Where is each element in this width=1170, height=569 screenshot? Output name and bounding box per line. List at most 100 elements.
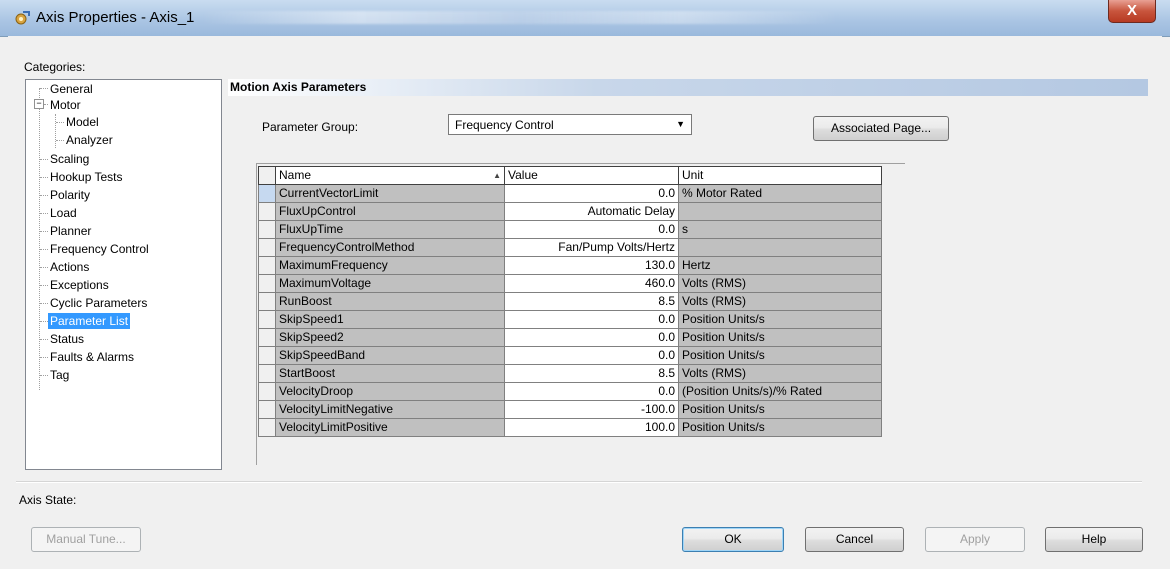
name-cell: VelocityLimitPositive bbox=[275, 418, 505, 437]
categories-label: Categories: bbox=[24, 60, 86, 74]
value-cell[interactable]: 0.0 bbox=[504, 328, 679, 347]
tree-item-tag[interactable]: Tag bbox=[50, 367, 69, 383]
tree-branch bbox=[40, 357, 48, 358]
tree-item-scaling[interactable]: Scaling bbox=[50, 151, 89, 167]
background-tabs-blur bbox=[200, 11, 840, 24]
row-selector[interactable] bbox=[258, 418, 276, 437]
tree-item-faults-alarms[interactable]: Faults & Alarms bbox=[50, 349, 134, 365]
row-selector[interactable] bbox=[258, 364, 276, 383]
row-selector[interactable] bbox=[258, 400, 276, 419]
row-selector[interactable] bbox=[258, 346, 276, 365]
table-row[interactable]: FrequencyControlMethod Fan/Pump Volts/Her… bbox=[258, 238, 882, 257]
table-row[interactable]: CurrentVectorLimit 0.0% Motor Rated bbox=[258, 184, 882, 203]
value-cell[interactable]: 460.0 bbox=[504, 274, 679, 293]
tree-item-exceptions[interactable]: Exceptions bbox=[50, 277, 109, 293]
table-row[interactable]: VelocityLimitNegative -100.0 Position Unit… bbox=[258, 400, 882, 419]
row-selector[interactable] bbox=[258, 256, 276, 275]
sort-ascending-icon: ▲ bbox=[493, 171, 501, 180]
ok-button[interactable]: OK bbox=[682, 527, 784, 552]
row-selector[interactable] bbox=[258, 238, 276, 257]
tree-branch bbox=[56, 122, 64, 123]
tree-item-cyclic-parameters[interactable]: Cyclic Parameters bbox=[50, 295, 147, 311]
tree-item-load[interactable]: Load bbox=[50, 205, 77, 221]
value-cell[interactable]: 0.0 bbox=[504, 346, 679, 365]
tree-branch bbox=[56, 140, 64, 141]
help-button[interactable]: Help bbox=[1045, 527, 1143, 552]
parameter-grid: Name ▲ Value Unit CurrentVectorLimit 0.0% … bbox=[258, 166, 882, 437]
row-selector[interactable] bbox=[258, 202, 276, 221]
table-row[interactable]: VelocityDroop 0.0 (Position Units/s)/% Rat… bbox=[258, 382, 882, 401]
tree-branch bbox=[40, 375, 48, 376]
column-header-value[interactable]: Value bbox=[504, 166, 679, 185]
row-selector[interactable] bbox=[258, 274, 276, 293]
manual-tune-button[interactable]: Manual Tune... bbox=[31, 527, 141, 552]
parameter-group-label: Parameter Group: bbox=[262, 120, 359, 134]
name-cell: SkipSpeed2 bbox=[275, 328, 505, 347]
value-cell[interactable]: 0.0 bbox=[504, 184, 679, 203]
table-row[interactable]: MaximumVoltage 460.0 Volts (RMS) bbox=[258, 274, 882, 293]
table-row[interactable]: SkipSpeed1 0.0 Position Units/s bbox=[258, 310, 882, 329]
value-cell[interactable]: 0.0 bbox=[504, 382, 679, 401]
table-row[interactable]: SkipSpeedBand 0.0 Position Units/s bbox=[258, 346, 882, 365]
unit-cell: Hertz bbox=[678, 256, 882, 275]
tree-item-status[interactable]: Status bbox=[50, 331, 84, 347]
unit-cell: Volts (RMS) bbox=[678, 292, 882, 311]
tree-branch bbox=[40, 159, 48, 160]
tree-item-hookup-tests[interactable]: Hookup Tests bbox=[50, 169, 123, 185]
value-cell[interactable]: 8.5 bbox=[504, 292, 679, 311]
row-selector[interactable] bbox=[258, 184, 276, 203]
row-selector[interactable] bbox=[258, 328, 276, 347]
row-selector[interactable] bbox=[258, 220, 276, 239]
row-selector[interactable] bbox=[258, 382, 276, 401]
table-row[interactable]: FluxUpTime 0.0 s bbox=[258, 220, 882, 239]
section-title: Motion Axis Parameters bbox=[228, 79, 1148, 96]
parameter-group-select[interactable]: Frequency Control ▼ bbox=[448, 114, 692, 135]
unit-cell: Position Units/s bbox=[678, 346, 882, 365]
value-cell[interactable]: 0.0 bbox=[504, 220, 679, 239]
value-cell[interactable]: -100.0 bbox=[504, 400, 679, 419]
column-header-name[interactable]: Name ▲ bbox=[275, 166, 505, 185]
tree-branch bbox=[40, 249, 48, 250]
tree-item-actions[interactable]: Actions bbox=[50, 259, 89, 275]
column-header-unit[interactable]: Unit bbox=[678, 166, 882, 185]
close-button[interactable]: X bbox=[1108, 0, 1156, 23]
tree-item-frequency-control[interactable]: Frequency Control bbox=[50, 241, 149, 257]
tree-branch bbox=[44, 104, 48, 105]
value-cell[interactable]: Automatic Delay bbox=[504, 202, 679, 221]
collapse-icon[interactable]: − bbox=[34, 99, 44, 109]
name-cell: MaximumVoltage bbox=[275, 274, 505, 293]
table-row[interactable]: StartBoost 8.5 Volts (RMS) bbox=[258, 364, 882, 383]
tree-item-motor[interactable]: Motor bbox=[50, 97, 81, 113]
parameter-group-value: Frequency Control bbox=[455, 118, 554, 132]
value-cell[interactable]: 8.5 bbox=[504, 364, 679, 383]
tree-branch bbox=[40, 285, 48, 286]
value-cell[interactable]: 100.0 bbox=[504, 418, 679, 437]
tree-item-model[interactable]: Model bbox=[66, 114, 99, 130]
table-row[interactable]: RunBoost 8.5 Volts (RMS) bbox=[258, 292, 882, 311]
apply-button[interactable]: Apply bbox=[925, 527, 1025, 552]
row-selector[interactable] bbox=[258, 292, 276, 311]
cancel-button[interactable]: Cancel bbox=[805, 527, 904, 552]
value-cell[interactable]: Fan/Pump Volts/Hertz bbox=[504, 238, 679, 257]
tree-item-parameter-list[interactable]: Parameter List bbox=[48, 313, 131, 329]
row-selector[interactable] bbox=[258, 310, 276, 329]
unit-cell: (Position Units/s)/% Rated bbox=[678, 382, 882, 401]
unit-cell: Position Units/s bbox=[678, 328, 882, 347]
tree-branch bbox=[40, 88, 48, 89]
table-row[interactable]: VelocityLimitPositive 100.0 Position Units… bbox=[258, 418, 882, 437]
name-cell: FluxUpControl bbox=[275, 202, 505, 221]
table-row[interactable]: SkipSpeed2 0.0 Position Units/s bbox=[258, 328, 882, 347]
unit-cell: s bbox=[678, 220, 882, 239]
table-row[interactable]: FluxUpControl Automatic Delay bbox=[258, 202, 882, 221]
associated-page-button[interactable]: Associated Page... bbox=[813, 116, 949, 141]
value-cell[interactable]: 0.0 bbox=[504, 310, 679, 329]
tree-item-analyzer[interactable]: Analyzer bbox=[66, 132, 113, 148]
table-row[interactable]: MaximumFrequency 130.0 Hertz bbox=[258, 256, 882, 275]
tree-item-planner[interactable]: Planner bbox=[50, 223, 91, 239]
value-cell[interactable]: 130.0 bbox=[504, 256, 679, 275]
tree-item-general[interactable]: General bbox=[50, 81, 93, 97]
tree-branch bbox=[40, 303, 48, 304]
categories-tree[interactable]: General − Motor Model Analyzer Scaling H… bbox=[25, 79, 222, 470]
tree-item-polarity[interactable]: Polarity bbox=[50, 187, 90, 203]
name-cell: VelocityDroop bbox=[275, 382, 505, 401]
